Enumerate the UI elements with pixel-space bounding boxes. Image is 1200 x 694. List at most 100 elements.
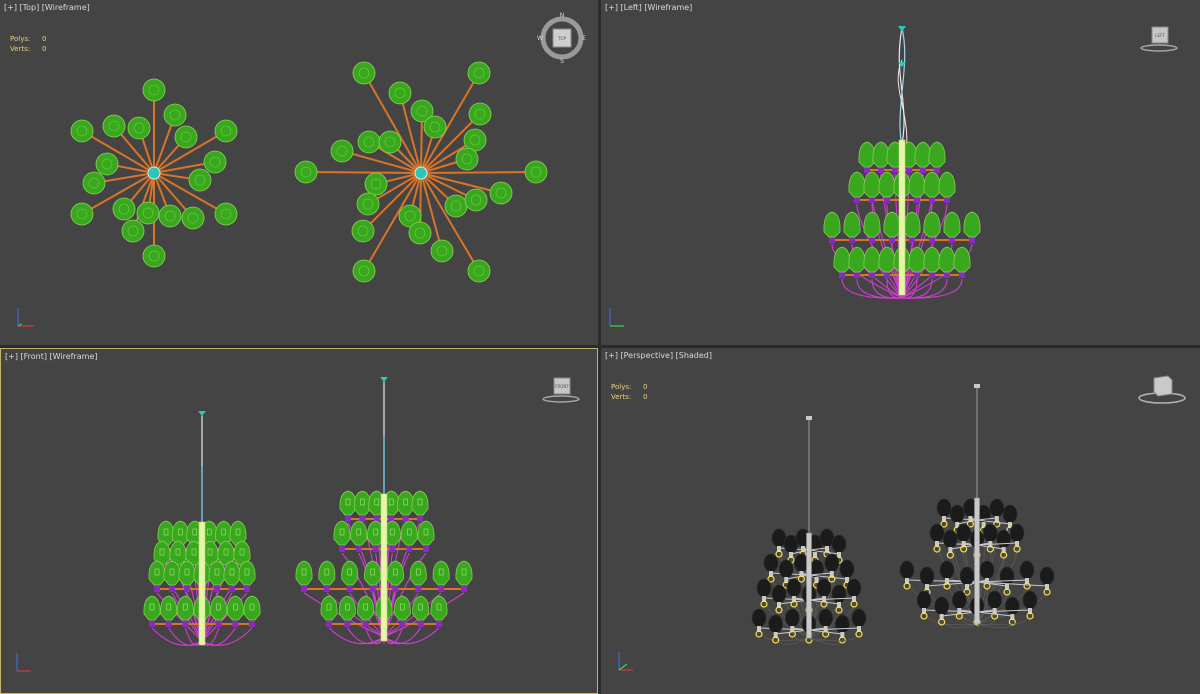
bulb-side xyxy=(858,141,876,168)
bulb-shaded xyxy=(983,523,998,543)
socket-joint xyxy=(869,197,875,203)
viewport-front-active[interactable]: [+] [Front] [Wireframe] FRONT xyxy=(0,348,598,694)
viewcube-icon[interactable] xyxy=(1135,370,1189,406)
bulb-top xyxy=(214,119,238,143)
viewcube-icon[interactable]: FRONT xyxy=(539,373,583,405)
bulb-side xyxy=(938,171,956,198)
bulb-top xyxy=(352,259,376,283)
bulb-side xyxy=(878,171,896,198)
bulb-shaded xyxy=(851,608,867,628)
bulb-shaded xyxy=(929,523,945,543)
bulb-side xyxy=(872,141,890,168)
socket-joint xyxy=(399,621,406,627)
socket-joint xyxy=(301,586,307,592)
bulb-side xyxy=(833,246,851,273)
bulb-side xyxy=(430,595,448,621)
viewcube-face-label: FRONT xyxy=(555,384,569,389)
viewcube-compass[interactable]: TOP N S E W xyxy=(536,12,588,64)
bulb-side xyxy=(353,490,371,516)
bulb-side xyxy=(903,211,921,238)
bulb-top xyxy=(430,239,454,263)
bulb-side xyxy=(432,560,450,586)
bulb-side xyxy=(863,246,881,273)
bulb-shaded xyxy=(899,560,915,580)
socket-joint xyxy=(884,197,890,203)
bulb-top xyxy=(467,61,491,85)
bulb-side xyxy=(908,171,926,198)
bulb-top xyxy=(423,115,447,139)
bulb-shaded xyxy=(949,504,965,524)
hub xyxy=(147,166,161,180)
socket-joint xyxy=(392,586,399,592)
bulb-top xyxy=(357,130,381,154)
perspective-shaded-scene[interactable] xyxy=(601,348,1200,694)
canopy xyxy=(974,384,980,388)
bulb-side xyxy=(823,211,841,238)
bulb-side xyxy=(148,560,166,586)
central-rod xyxy=(198,521,206,646)
compass-south-label: S xyxy=(560,58,564,64)
bulb-top xyxy=(468,102,492,126)
bulb-side xyxy=(238,560,256,586)
bulb-shaded xyxy=(835,614,850,634)
socket-joint xyxy=(929,272,935,278)
viewport-top[interactable]: [+] [Top] [Wireframe] Polys: 0 Verts: 0 TO… xyxy=(0,0,598,345)
viewport-left[interactable]: [+] [Left] [Wireframe] LEFT xyxy=(601,0,1200,345)
bulb-shaded xyxy=(785,608,800,628)
bulb-side xyxy=(178,560,196,586)
viewcube-icon[interactable]: LEFT xyxy=(1137,22,1181,54)
socket-joint xyxy=(415,586,422,592)
bulb-top xyxy=(70,119,94,143)
viewcube-face-label: TOP xyxy=(557,36,567,41)
bulb-top xyxy=(95,152,119,176)
bulb-side xyxy=(176,595,194,621)
socket-joint xyxy=(944,197,950,203)
bulb-shaded xyxy=(831,584,847,604)
socket-joint xyxy=(436,621,442,627)
canopy xyxy=(380,377,388,382)
canopy xyxy=(898,26,906,32)
left-view-wireframe-scene[interactable] xyxy=(601,0,1200,345)
axis-tripod-icon xyxy=(16,653,31,672)
front-view-wireframe-scene[interactable] xyxy=(1,349,597,693)
socket-joint xyxy=(854,272,860,278)
viewport-perspective[interactable]: [+] [Perspective] [Shaded] Polys: 0 Verts… xyxy=(601,348,1200,694)
bulb-top xyxy=(127,116,151,140)
bulb-side xyxy=(171,520,189,546)
socket-joint xyxy=(323,586,330,592)
socket-joint xyxy=(249,621,255,627)
bulb-side xyxy=(386,560,404,586)
bulb-side xyxy=(863,211,881,238)
bulb-top xyxy=(174,125,198,149)
socket-joint xyxy=(839,272,845,278)
bulb-shaded xyxy=(979,560,995,580)
chandelier-arm xyxy=(305,171,422,174)
socket-joint xyxy=(461,586,467,592)
power-cord xyxy=(976,611,1031,626)
bulb-side xyxy=(863,171,881,198)
bulb-top xyxy=(136,201,160,225)
bulb-side xyxy=(338,595,356,621)
socket-joint xyxy=(345,516,351,522)
bulb-side xyxy=(455,560,473,586)
bulb-shaded xyxy=(763,553,779,573)
top-view-wireframe-scene[interactable] xyxy=(0,0,598,345)
chandelier-arm xyxy=(420,171,537,174)
bulb-side xyxy=(357,595,375,621)
socket-joint xyxy=(920,167,926,173)
power-cord xyxy=(383,627,440,645)
bulb-side xyxy=(393,595,411,621)
bulb-side xyxy=(333,520,351,546)
bulb-side xyxy=(210,595,228,621)
bulb-top xyxy=(121,219,145,243)
bulb-side xyxy=(878,246,896,273)
bulb-side xyxy=(341,560,359,586)
socket-joint xyxy=(406,546,413,552)
bulb-shaded xyxy=(952,590,967,610)
bulb-top xyxy=(70,202,94,226)
bulb-side xyxy=(409,560,427,586)
axis-tripod-icon xyxy=(17,308,34,327)
bulb-shaded xyxy=(786,578,802,598)
bulb-side xyxy=(908,246,926,273)
power-cord xyxy=(758,629,810,642)
